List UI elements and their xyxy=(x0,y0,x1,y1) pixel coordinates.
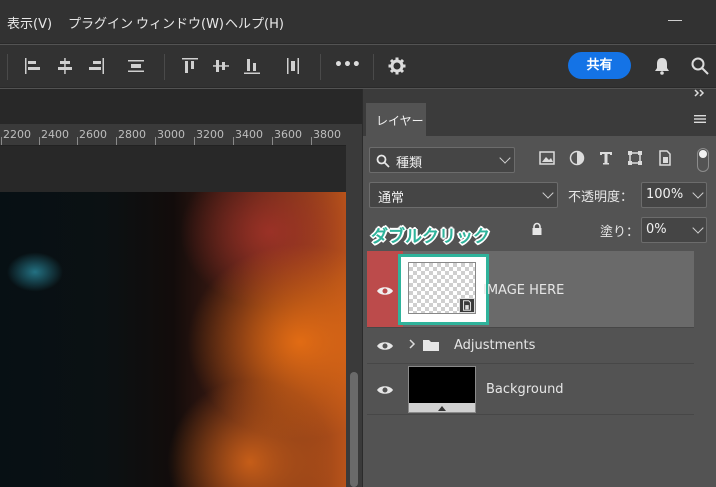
ruler-corner xyxy=(346,124,362,146)
distribute-h-icon[interactable] xyxy=(126,56,146,76)
share-button[interactable]: 共有 xyxy=(568,52,631,79)
fill-label: 塗り： xyxy=(600,225,640,240)
panel-dock-header xyxy=(363,89,716,103)
panel-menu-icon[interactable] xyxy=(694,114,706,124)
menu-view[interactable]: 表示(V) xyxy=(7,13,52,32)
collapse-panels-icon[interactable] xyxy=(694,88,706,98)
toolbar-divider xyxy=(320,54,321,80)
menu-plugins[interactable]: プラグイン xyxy=(68,13,133,32)
fill-field[interactable]: 0% xyxy=(641,217,707,243)
chevron-right-icon[interactable] xyxy=(408,338,416,350)
toolbar-divider xyxy=(164,54,165,80)
filter-adjustment-layer-icon[interactable] xyxy=(569,150,585,166)
filter-pixel-layer-icon[interactable] xyxy=(539,150,555,166)
chevron-down-icon xyxy=(692,222,704,234)
ruler-tick xyxy=(155,137,156,145)
opacity-value: 100% xyxy=(646,187,684,202)
folder-icon xyxy=(423,340,439,351)
align-left-icon[interactable] xyxy=(23,56,43,76)
ruler-tick xyxy=(77,137,78,145)
align-right-icon[interactable] xyxy=(86,56,106,76)
ruler-label: 3800 xyxy=(313,128,341,141)
ruler-label: 3000 xyxy=(157,128,185,141)
ruler-tick xyxy=(116,137,117,145)
eye-icon[interactable] xyxy=(376,285,394,297)
layer-name[interactable]: Background xyxy=(486,382,564,397)
ruler-tick xyxy=(1,137,2,145)
chevron-down-icon xyxy=(692,187,704,199)
align-center-v-icon[interactable] xyxy=(211,56,231,76)
blend-mode-select[interactable]: 通常 xyxy=(369,182,558,208)
filter-shape-layer-icon[interactable] xyxy=(627,150,643,166)
align-bottom-icon[interactable] xyxy=(242,56,262,76)
align-top-icon[interactable] xyxy=(180,56,200,76)
ruler-label: 2200 xyxy=(3,128,31,141)
smart-object-badge-icon xyxy=(459,298,475,313)
search-icon[interactable] xyxy=(690,56,710,76)
ruler-label: 3200 xyxy=(196,128,224,141)
filter-toggle-knob xyxy=(699,150,707,158)
layer-name[interactable]: IMAGE HERE xyxy=(483,283,564,298)
distribute-v-icon[interactable] xyxy=(283,56,303,76)
minimize-window-icon[interactable] xyxy=(668,20,682,21)
menu-bar: 表示(V) プラグイン ウィンドウ(W) ヘルプ(H) xyxy=(0,0,716,44)
document-artwork xyxy=(0,192,346,487)
triangle-marker-icon xyxy=(438,406,446,411)
layer-name[interactable]: Adjustments xyxy=(454,338,535,353)
align-center-h-icon[interactable] xyxy=(55,56,75,76)
more-options-button[interactable]: ••• xyxy=(334,57,361,73)
chevron-down-icon xyxy=(499,152,511,164)
double-click-annotation: ダブルクリック xyxy=(371,227,490,247)
horizontal-ruler: 2200 2400 2600 2800 3000 3200 3400 3600 … xyxy=(0,124,362,146)
scrollbar-thumb[interactable] xyxy=(350,372,358,487)
fill-value: 0% xyxy=(646,222,667,237)
toolbar-divider xyxy=(7,54,8,80)
chevron-down-icon xyxy=(542,187,554,199)
ruler-tick xyxy=(272,137,273,145)
ruler-tick xyxy=(39,137,40,145)
ruler-label: 2600 xyxy=(79,128,107,141)
bell-icon[interactable] xyxy=(652,56,672,76)
filter-smart-object-icon[interactable] xyxy=(657,150,673,166)
blend-mode-value: 通常 xyxy=(378,191,405,206)
ruler-label: 2400 xyxy=(41,128,69,141)
search-icon xyxy=(376,154,390,168)
ruler-label: 3600 xyxy=(274,128,302,141)
ruler-tick xyxy=(233,137,234,145)
layer-filter-kind-select[interactable]: 種類 xyxy=(369,147,515,173)
ruler-label: 3400 xyxy=(235,128,263,141)
eye-icon[interactable] xyxy=(376,384,394,396)
opacity-label: 不透明度： xyxy=(568,190,634,205)
ruler-tick xyxy=(311,137,312,145)
lock-icon[interactable] xyxy=(530,222,544,236)
menu-help[interactable]: ヘルプ(H) xyxy=(225,13,284,32)
opacity-field[interactable]: 100% xyxy=(641,182,707,208)
eye-icon[interactable] xyxy=(376,340,394,352)
filter-kind-value: 種類 xyxy=(396,156,423,171)
filter-type-layer-icon[interactable] xyxy=(598,150,614,166)
ruler-tick xyxy=(194,137,195,145)
gear-icon[interactable] xyxy=(387,56,407,76)
toolbar-divider xyxy=(373,54,374,80)
ruler-label: 2800 xyxy=(118,128,146,141)
tab-layers[interactable]: レイヤー xyxy=(366,103,426,136)
menu-window[interactable]: ウィンドウ(W) xyxy=(136,13,224,32)
